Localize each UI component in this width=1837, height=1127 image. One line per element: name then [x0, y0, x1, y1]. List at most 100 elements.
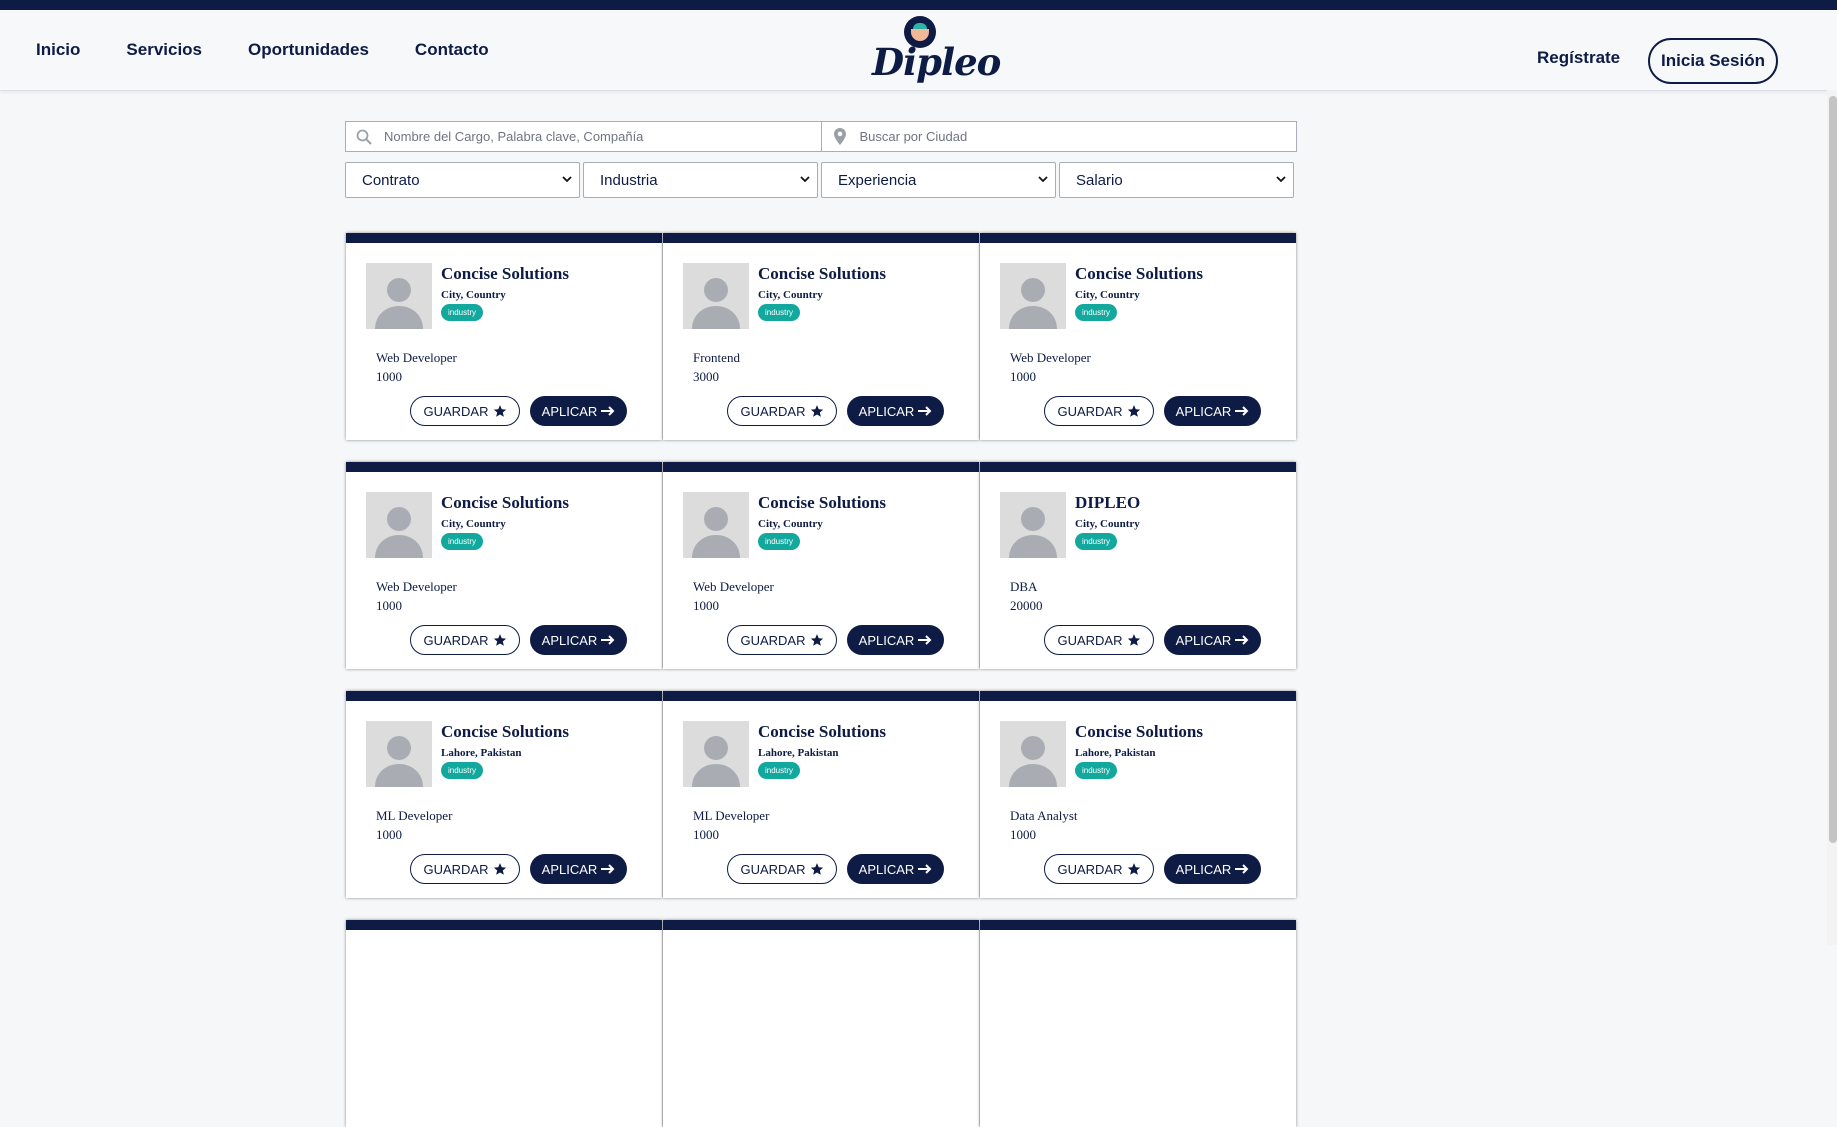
nav-link-inicio[interactable]: Inicio [36, 40, 80, 60]
card-top-bar [663, 462, 979, 472]
card-top-bar [980, 691, 1296, 701]
job-card[interactable]: Concise Solutions City, Country industry We… [346, 462, 662, 669]
job-card[interactable] [346, 920, 662, 1127]
star-icon [493, 862, 507, 876]
job-card[interactable]: DIPLEO City, Country industry DBA 20000 GUARD… [980, 462, 1296, 669]
job-card[interactable]: Concise Solutions Lahore, Pakistan industr… [663, 691, 979, 898]
job-salary: 1000 [376, 598, 402, 613]
industry-badge: industry [758, 533, 801, 550]
register-link[interactable]: Regístrate [1537, 48, 1620, 68]
arrow-right-icon [918, 864, 932, 874]
card-top-bar [663, 691, 979, 701]
nav-link-contacto[interactable]: Contacto [415, 40, 489, 60]
save-button[interactable]: GUARDAR [1044, 854, 1154, 884]
company-name: Concise Solutions [1075, 722, 1203, 741]
star-icon [493, 404, 507, 418]
save-button[interactable]: GUARDAR [410, 625, 520, 655]
job-card[interactable]: Concise Solutions City, Country industry Fr… [663, 233, 979, 440]
user-placeholder-icon [683, 721, 749, 787]
card-top-bar [663, 920, 979, 930]
job-card[interactable]: Concise Solutions Lahore, Pakistan industr… [346, 691, 662, 898]
apply-button[interactable]: APLICAR [1164, 625, 1261, 655]
save-button-label: GUARDAR [740, 861, 806, 877]
keyword-search-input[interactable] [382, 121, 821, 152]
save-button-label: GUARDAR [423, 403, 489, 419]
star-icon [810, 633, 824, 647]
apply-button-label: APLICAR [858, 632, 915, 648]
arrow-right-icon [601, 635, 615, 645]
keyword-search-box [345, 121, 822, 152]
job-card[interactable]: Concise Solutions City, Country industry We… [663, 462, 979, 669]
nav-link-servicios[interactable]: Servicios [126, 40, 202, 60]
apply-button[interactable]: APLICAR [847, 854, 944, 884]
search-bar [345, 121, 1297, 152]
login-button[interactable]: Inicia Sesión [1648, 38, 1778, 84]
job-salary: 1000 [693, 598, 719, 613]
job-title: ML Developer [693, 808, 770, 823]
arrow-right-icon [1235, 635, 1249, 645]
job-card[interactable]: Concise Solutions City, Country industry We… [346, 233, 662, 440]
job-card[interactable]: Concise Solutions Lahore, Pakistan industr… [980, 691, 1296, 898]
industry-badge: industry [758, 304, 801, 321]
save-button-label: GUARDAR [423, 861, 489, 877]
industry-badge: industry [441, 533, 484, 550]
apply-button[interactable]: APLICAR [530, 854, 627, 884]
filter-contrato-select[interactable]: Contrato [345, 162, 580, 198]
apply-button[interactable]: APLICAR [530, 625, 627, 655]
save-button[interactable]: GUARDAR [1044, 625, 1154, 655]
apply-button[interactable]: APLICAR [530, 396, 627, 426]
user-placeholder-icon [366, 263, 432, 329]
card-top-bar [346, 920, 662, 930]
save-button-label: GUARDAR [1057, 403, 1123, 419]
filter-experiencia-label: Experiencia [838, 171, 917, 189]
apply-button[interactable]: APLICAR [847, 625, 944, 655]
city-search-input[interactable] [857, 121, 1296, 152]
industry-badge: industry [1075, 762, 1118, 779]
card-top-bar [663, 233, 979, 243]
apply-button-label: APLICAR [541, 632, 598, 648]
map-pin-icon [822, 128, 858, 145]
company-location: City, Country [1075, 289, 1140, 301]
save-button[interactable]: GUARDAR [727, 854, 837, 884]
nav-link-oportunidades[interactable]: Oportunidades [248, 40, 369, 60]
save-button[interactable]: GUARDAR [727, 625, 837, 655]
filter-salario-select[interactable]: Salario [1059, 162, 1294, 198]
apply-button[interactable]: APLICAR [847, 396, 944, 426]
apply-button[interactable]: APLICAR [1164, 396, 1261, 426]
save-button[interactable]: GUARDAR [410, 854, 520, 884]
filter-industria-select[interactable]: Industria [583, 162, 818, 198]
user-placeholder-icon [1000, 263, 1066, 329]
job-salary: 1000 [1010, 369, 1036, 384]
apply-button-label: APLICAR [1175, 861, 1232, 877]
logo[interactable]: Dipleo [870, 14, 1001, 88]
save-button[interactable]: GUARDAR [410, 396, 520, 426]
star-icon [810, 862, 824, 876]
job-card[interactable] [663, 920, 979, 1127]
company-location: City, Country [441, 289, 506, 301]
company-location: Lahore, Pakistan [1075, 747, 1156, 759]
star-icon [810, 404, 824, 418]
job-card[interactable]: Concise Solutions City, Country industry We… [980, 233, 1296, 440]
star-icon [1127, 404, 1141, 418]
arrow-right-icon [601, 864, 615, 874]
company-location: City, Country [441, 518, 506, 530]
filter-bar: Contrato Industria Experiencia Salario [345, 162, 1295, 198]
industry-badge: industry [441, 304, 484, 321]
company-name: Concise Solutions [758, 264, 886, 283]
save-button[interactable]: GUARDAR [727, 396, 837, 426]
job-card[interactable] [980, 920, 1296, 1127]
job-title: ML Developer [376, 808, 453, 823]
apply-button[interactable]: APLICAR [1164, 854, 1261, 884]
save-button[interactable]: GUARDAR [1044, 396, 1154, 426]
job-salary: 1000 [376, 827, 402, 842]
arrow-right-icon [1235, 864, 1249, 874]
scrollbar-thumb[interactable] [1829, 96, 1837, 843]
filter-experiencia-select[interactable]: Experiencia [821, 162, 1056, 198]
company-name: Concise Solutions [758, 493, 886, 512]
apply-button-label: APLICAR [858, 403, 915, 419]
user-placeholder-icon [683, 263, 749, 329]
filter-contrato-label: Contrato [362, 171, 420, 189]
chevron-down-icon [799, 172, 811, 189]
search-icon [346, 129, 382, 145]
arrow-right-icon [601, 406, 615, 416]
